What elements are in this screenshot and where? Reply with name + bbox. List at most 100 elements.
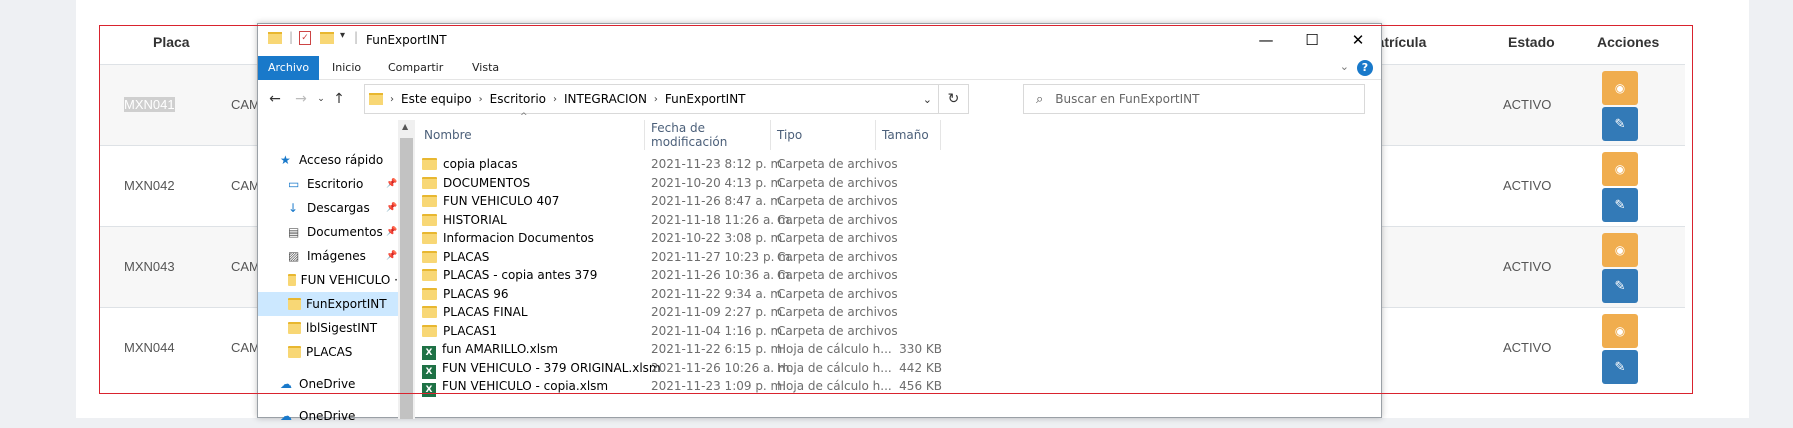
forward-button[interactable]: → — [290, 87, 312, 111]
list-item[interactable]: PLACAS 96 2021-11-22 9:34 a. m. Carpeta de… — [418, 285, 978, 305]
nav-item[interactable]: FUN VEHICULO · — [258, 268, 398, 292]
tab-inicio[interactable]: Inicio — [322, 56, 371, 80]
column-header-tipo[interactable]: Tipo — [771, 120, 876, 150]
address-bar[interactable]: › Este equipo › Escritorio › INTEGRACION… — [364, 84, 969, 114]
nav-item-label: Imágenes — [307, 249, 366, 263]
nav-item[interactable]: ▭ Escritorio 📌 — [258, 172, 398, 196]
quick-access-dropdown-icon[interactable]: ▾ — [340, 30, 345, 41]
file-size: 330 KB — [899, 342, 942, 356]
list-item[interactable]: copia placas 2021-11-23 8:12 p. m. Carpeta… — [418, 155, 978, 175]
eye-icon: ◉ — [1614, 162, 1626, 176]
file-date: 2021-11-09 2:27 p. m. — [651, 305, 787, 319]
scroll-up-arrow-icon[interactable]: ▲ — [402, 122, 408, 131]
refresh-icon[interactable]: ↻ — [938, 85, 968, 113]
file-type: Hoja de cálculo h... — [777, 342, 892, 356]
chevron-right-icon[interactable]: › — [479, 94, 483, 105]
view-button[interactable]: ◉ — [1602, 152, 1638, 186]
tab-archivo[interactable]: Archivo — [258, 56, 320, 80]
scrollbar-thumb[interactable] — [400, 138, 413, 419]
search-input[interactable]: ⌕ Buscar en FunExportINT — [1023, 84, 1365, 114]
estado-cell: ACTIVO — [1503, 259, 1552, 274]
column-header-tamano[interactable]: Tamaño — [876, 120, 941, 150]
view-button[interactable]: ◉ — [1602, 314, 1638, 348]
minimize-button[interactable]: — — [1243, 24, 1289, 56]
edit-button[interactable]: ✎ — [1602, 269, 1638, 303]
header-acciones: Acciones — [1597, 34, 1660, 50]
view-button[interactable]: ◉ — [1602, 71, 1638, 105]
file-size: 442 KB — [899, 360, 942, 375]
nav-item[interactable]: PLACAS — [258, 340, 398, 364]
breadcrumb-integracion[interactable]: INTEGRACION — [564, 92, 647, 106]
file-date: 2021-11-26 10:36 a. m. — [651, 268, 794, 282]
nav-item[interactable]: FunExportINT — [258, 292, 398, 316]
list-item[interactable]: PLACAS1 2021-11-04 1:16 p. m. Carpeta de a… — [418, 322, 978, 342]
window-title: FunExportINT — [366, 33, 447, 47]
list-item[interactable]: PLACAS - copia antes 379 2021-11-26 10:36… — [418, 266, 978, 286]
new-folder-icon[interactable] — [320, 32, 334, 44]
close-button[interactable]: ✕ — [1335, 24, 1381, 56]
view-button[interactable]: ◉ — [1602, 233, 1638, 267]
list-item[interactable]: PLACAS FINAL 2021-11-09 2:27 p. m. Carpeta… — [418, 303, 978, 323]
breadcrumb-escritorio[interactable]: Escritorio — [490, 92, 546, 106]
maximize-button[interactable]: ☐ — [1289, 24, 1335, 56]
file-name: FUN VEHICULO 407 — [443, 194, 560, 208]
edit-button[interactable]: ✎ — [1602, 188, 1638, 222]
image-icon: ▨ — [288, 249, 300, 263]
tab-vista[interactable]: Vista — [462, 56, 509, 80]
search-icon: ⌕ — [1036, 91, 1044, 107]
nav-item[interactable]: ★ Acceso rápido — [258, 148, 398, 172]
help-icon[interactable]: ? — [1357, 60, 1373, 76]
list-item[interactable]: HISTORIAL 2021-11-18 11:26 a. m. Carpeta d… — [418, 211, 978, 231]
back-button[interactable]: ← — [264, 87, 286, 111]
up-button[interactable]: ↑ — [328, 87, 350, 111]
properties-icon[interactable]: ✓ — [299, 31, 311, 45]
list-item[interactable]: Xfun AMARILLO.xlsm 2021-11-22 6:15 p. m. H… — [418, 340, 978, 360]
file-name: FUN VEHICULO - copia.xlsm — [442, 379, 609, 393]
file-date: 2021-11-22 9:34 a. m. — [651, 286, 786, 301]
tab-compartir[interactable]: Compartir — [378, 56, 453, 80]
header-placa: Placa — [153, 34, 190, 50]
file-type: Carpeta de archivos — [777, 157, 898, 171]
list-item[interactable]: FUN VEHICULO 407 2021-11-26 8:47 a. m. Car… — [418, 192, 978, 212]
list-item[interactable]: Informacion Documentos 2021-10-22 3:08 p.… — [418, 229, 978, 249]
chevron-right-icon[interactable]: › — [553, 94, 557, 105]
nav-item[interactable]: ↓ Descargas 📌 — [258, 196, 398, 220]
cloud-icon: ☁ — [280, 409, 292, 423]
file-name: PLACAS FINAL — [443, 305, 528, 319]
list-item[interactable]: PLACAS 2021-11-27 10:23 p. m. Carpeta de a… — [418, 248, 978, 268]
list-item[interactable]: X FUN VEHICULO - 379 ORIGINAL.xlsm 2021-11… — [418, 359, 978, 379]
estado-cell: ACTIVO — [1503, 178, 1552, 193]
edit-button[interactable]: ✎ — [1602, 350, 1638, 384]
ribbon: Archivo Inicio Compartir Vista ⌄ ? — [258, 56, 1381, 80]
file-date: 2021-11-04 1:16 p. m. — [651, 323, 787, 338]
list-item[interactable]: X FUN VEHICULO - copia.xlsm 2021-11-23 1:0… — [418, 377, 978, 397]
breadcrumb-funexportint[interactable]: FunExportINT — [665, 92, 746, 106]
folder-icon — [422, 213, 437, 226]
edit-button[interactable]: ✎ — [1602, 107, 1638, 141]
nav-item[interactable]: ☁ OneDrive — [258, 404, 398, 428]
nav-item[interactable]: ▨ Imágenes 📌 — [258, 244, 398, 268]
nav-item[interactable]: ▤ Documentos 📌 — [258, 220, 398, 244]
chevron-down-icon[interactable]: ⌄ — [923, 93, 932, 106]
file-size: 456 KB — [899, 379, 942, 393]
chevron-right-icon[interactable]: › — [654, 94, 658, 105]
column-header-fecha[interactable]: Fecha de modificación — [645, 120, 771, 150]
file-explorer-window[interactable]: | ✓ ▾ | FunExportINT — ☐ ✕ Archivo Inici… — [257, 23, 1382, 423]
expand-ribbon-icon[interactable]: ⌄ — [1340, 60, 1349, 73]
folder-icon — [422, 195, 437, 207]
folder-icon — [369, 93, 383, 105]
column-header-nombre[interactable]: Nombre — [418, 120, 645, 150]
file-date: 2021-11-26 10:26 a. m. — [651, 360, 794, 375]
nav-item[interactable]: ☁ OneDrive — [258, 372, 398, 396]
folder-icon — [422, 306, 437, 318]
folder-icon — [422, 269, 437, 281]
nav-item-label: FunExportINT — [306, 297, 387, 311]
file-type: Carpeta de archivos — [777, 268, 898, 282]
nav-item[interactable]: lblSigestINT — [258, 316, 398, 340]
file-date: 2021-11-22 6:15 p. m. — [651, 342, 787, 356]
list-item[interactable]: DOCUMENTOS 2021-10-20 4:13 p. m. Carpeta d… — [418, 174, 978, 194]
title-bar[interactable]: | ✓ ▾ | FunExportINT — ☐ ✕ — [258, 24, 1381, 56]
eye-icon: ◉ — [1614, 324, 1626, 338]
cloud-icon: ☁ — [280, 377, 292, 391]
breadcrumb-este-equipo[interactable]: Este equipo — [401, 92, 472, 106]
